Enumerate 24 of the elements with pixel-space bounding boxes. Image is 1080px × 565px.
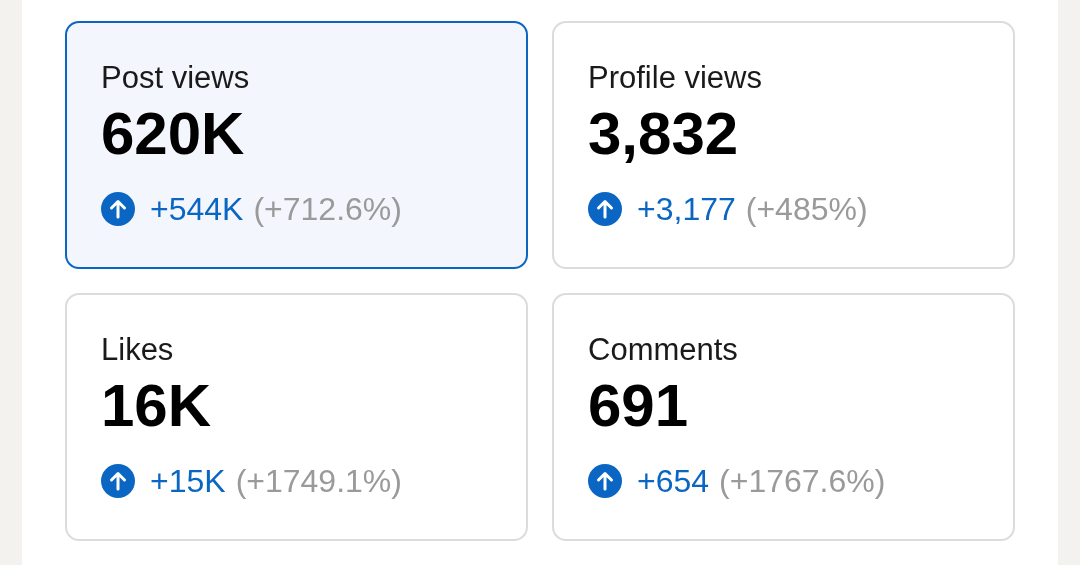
change-percent: (+712.6%): [253, 190, 402, 229]
arrow-up-circle-icon: [588, 192, 622, 226]
change-value: +654: [637, 462, 710, 501]
card-title: Post views: [101, 59, 251, 97]
change-percent: (+1767.6%): [719, 462, 886, 501]
arrow-up-circle-icon: [588, 464, 622, 498]
card-value: 16K: [101, 371, 213, 441]
card-title: Profile views: [588, 59, 763, 97]
card-value: 3,832: [588, 99, 740, 169]
card-value: 620K: [101, 99, 246, 169]
card-value: 691: [588, 371, 690, 441]
arrow-up-circle-icon: [101, 464, 135, 498]
arrow-up-circle-icon: [101, 192, 135, 226]
card-title: Comments: [588, 331, 739, 369]
change-value: +544K: [150, 190, 244, 229]
change-percent: (+485%): [745, 190, 868, 229]
stat-card[interactable]: Likes 16K +15K (+1749.1%): [65, 293, 528, 541]
card-title: Likes: [101, 331, 175, 369]
stat-card[interactable]: Post views 620K +544K (+712.6%): [65, 21, 528, 269]
stat-card[interactable]: Profile views 3,832 +3,177 (+485%): [552, 21, 1015, 269]
change-percent: (+1749.1%): [235, 462, 402, 501]
change-value: +15K: [150, 462, 226, 501]
change-value: +3,177: [637, 190, 736, 229]
stat-card[interactable]: Comments 691 +654 (+1767.6%): [552, 293, 1015, 541]
